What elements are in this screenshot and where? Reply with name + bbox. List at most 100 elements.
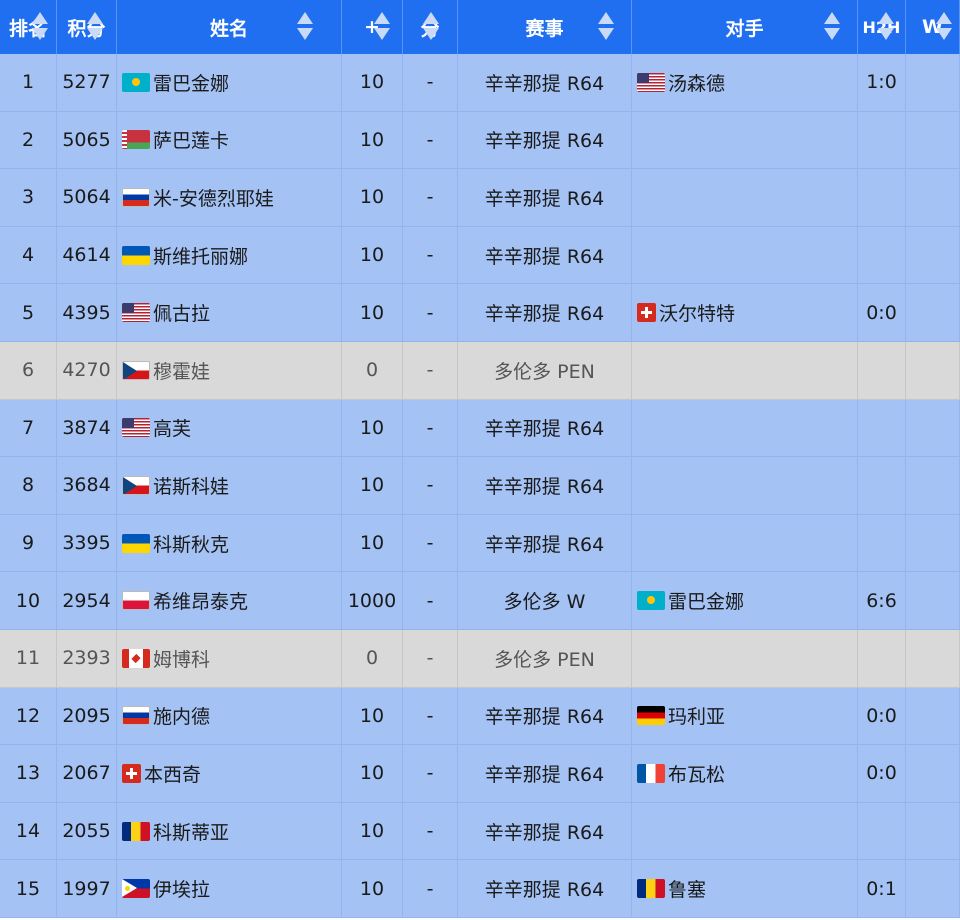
column-header-w[interactable]: W (906, 0, 960, 54)
column-header-points[interactable]: 积分 (57, 0, 117, 54)
pts-cell: - (403, 514, 458, 573)
table-row[interactable]: 13 2067 本西奇 10- 辛辛那提 R64 布瓦松 0:0 (0, 745, 960, 803)
sort-arrows-icon[interactable] (374, 12, 390, 42)
column-header-event[interactable]: 赛事 (458, 0, 632, 54)
opponent-name[interactable]: 玛利亚 (668, 702, 725, 729)
event-cell: 多伦多 PEN (458, 629, 632, 688)
column-header-opponent[interactable]: 对手 (632, 0, 858, 54)
sort-arrows-icon[interactable] (598, 12, 614, 42)
w-cell (906, 457, 960, 515)
player-name[interactable]: 高芙 (153, 414, 191, 441)
player-name[interactable]: 科斯蒂亚 (153, 818, 229, 845)
player-name[interactable]: 施内德 (153, 702, 210, 729)
h2h-cell (858, 341, 906, 400)
h2h-cell (858, 226, 906, 285)
table-row[interactable]: 7 3874 高芙 10- 辛辛那提 R64 (0, 399, 960, 458)
player-name[interactable]: 萨巴莲卡 (153, 126, 229, 153)
opponent-cell (632, 169, 858, 227)
table-row[interactable]: 14 2055 科斯蒂亚 10- 辛辛那提 R64 (0, 802, 960, 861)
sort-arrows-icon[interactable] (87, 12, 103, 42)
w-cell (906, 341, 960, 400)
event-cell: 辛辛那提 R64 (458, 457, 632, 515)
player-name[interactable]: 伊埃拉 (153, 875, 210, 902)
table-row[interactable]: 2 5065 萨巴莲卡 10- 辛辛那提 R64 (0, 111, 960, 170)
pts-cell: - (403, 629, 458, 688)
w-cell (906, 169, 960, 227)
table-row[interactable]: 6 4270 穆霍娃 0- 多伦多 PEN (0, 341, 960, 400)
pts-cell: - (403, 572, 458, 630)
w-cell (906, 745, 960, 803)
player-name[interactable]: 穆霍娃 (153, 357, 210, 384)
rank-cell: 11 (0, 629, 57, 688)
table-row[interactable]: 12 2095 施内德 10- 辛辛那提 R64 玛利亚 0:0 (0, 687, 960, 746)
flag-germany-icon (637, 706, 665, 726)
opponent-cell: 雷巴金娜 (632, 572, 858, 630)
opponent-cell (632, 457, 858, 515)
plus-points-cell: 1000 (342, 572, 403, 630)
table-row[interactable]: 11 2393 姆博科 0- 多伦多 PEN (0, 629, 960, 688)
h2h-cell (858, 169, 906, 227)
column-header-rank[interactable]: 排名 (0, 0, 57, 54)
player-name[interactable]: 米-安德烈耶娃 (153, 184, 274, 211)
table-row[interactable]: 3 5064 米-安德烈耶娃 10- 辛辛那提 R64 (0, 169, 960, 227)
w-cell (906, 802, 960, 861)
table-row[interactable]: 8 3684 诺斯科娃 10- 辛辛那提 R64 (0, 457, 960, 515)
opponent-cell (632, 399, 858, 458)
h2h-cell (858, 514, 906, 573)
opponent-cell (632, 341, 858, 400)
event-cell: 辛辛那提 R64 (458, 226, 632, 285)
sort-arrows-icon[interactable] (878, 12, 894, 42)
opponent-cell (632, 514, 858, 573)
table-row[interactable]: 10 2954 希维昂泰克 1000- 多伦多 W 雷巴金娜 6:6 (0, 572, 960, 630)
column-header-h2h[interactable]: H2H (858, 0, 906, 54)
h2h-cell (858, 629, 906, 688)
rank-cell: 9 (0, 514, 57, 573)
h2h-cell: 0:0 (858, 687, 906, 746)
player-name[interactable]: 雷巴金娜 (153, 69, 229, 96)
w-cell (906, 514, 960, 573)
column-header-label: 赛事 (525, 17, 564, 40)
pts-cell: - (403, 169, 458, 227)
opponent-name[interactable]: 鲁塞 (668, 875, 706, 902)
player-name[interactable]: 斯维托丽娜 (153, 242, 248, 269)
points-cell: 5065 (57, 111, 117, 170)
rank-cell: 7 (0, 399, 57, 458)
w-cell (906, 284, 960, 342)
sort-arrows-icon[interactable] (297, 12, 313, 42)
table-row[interactable]: 1 5277 雷巴金娜 10- 辛辛那提 R64 汤森德 1:0 (0, 54, 960, 112)
flag-belarus-icon (122, 130, 150, 150)
column-header-pts[interactable]: 分 (403, 0, 458, 54)
rank-cell: 14 (0, 802, 57, 861)
column-header-name[interactable]: 姓名 (117, 0, 342, 54)
plus-points-cell: 10 (342, 111, 403, 170)
flag-france-icon (637, 763, 665, 783)
event-cell: 辛辛那提 R64 (458, 687, 632, 746)
opponent-name[interactable]: 汤森德 (668, 69, 725, 96)
opponent-cell: 汤森德 (632, 54, 858, 112)
rank-cell: 4 (0, 226, 57, 285)
column-header-plus[interactable]: + (342, 0, 403, 54)
event-cell: 辛辛那提 R64 (458, 860, 632, 918)
player-name[interactable]: 姆博科 (153, 645, 210, 672)
table-row[interactable]: 9 3395 科斯秋克 10- 辛辛那提 R64 (0, 514, 960, 573)
h2h-cell (858, 111, 906, 170)
table-row[interactable]: 5 4395 佩古拉 10- 辛辛那提 R64 沃尔特特 0:0 (0, 284, 960, 342)
sort-arrows-icon[interactable] (824, 12, 840, 42)
player-name[interactable]: 诺斯科娃 (153, 472, 229, 499)
player-name[interactable]: 希维昂泰克 (153, 587, 248, 614)
sort-arrows-icon[interactable] (936, 12, 952, 42)
table-row[interactable]: 15 1997 伊埃拉 10- 辛辛那提 R64 鲁塞 0:1 (0, 860, 960, 918)
player-name[interactable]: 佩古拉 (153, 299, 210, 326)
opponent-name[interactable]: 雷巴金娜 (668, 587, 744, 614)
table-row[interactable]: 4 4614 斯维托丽娜 10- 辛辛那提 R64 (0, 226, 960, 285)
h2h-cell: 1:0 (858, 54, 906, 112)
ranking-table: 排名 积分 姓名 + 分赛事 对手 H2H W 1 5277 雷巴金娜 10- 辛辛那提 R64 汤森德… (0, 0, 960, 920)
flag-kazakhstan-icon (637, 591, 665, 611)
opponent-name[interactable]: 布瓦松 (668, 760, 725, 787)
sort-arrows-icon[interactable] (423, 12, 439, 42)
pts-cell: - (403, 802, 458, 861)
player-name[interactable]: 本西奇 (144, 760, 201, 787)
opponent-name[interactable]: 沃尔特特 (659, 299, 735, 326)
player-name[interactable]: 科斯秋克 (153, 530, 229, 557)
sort-arrows-icon[interactable] (32, 12, 48, 42)
